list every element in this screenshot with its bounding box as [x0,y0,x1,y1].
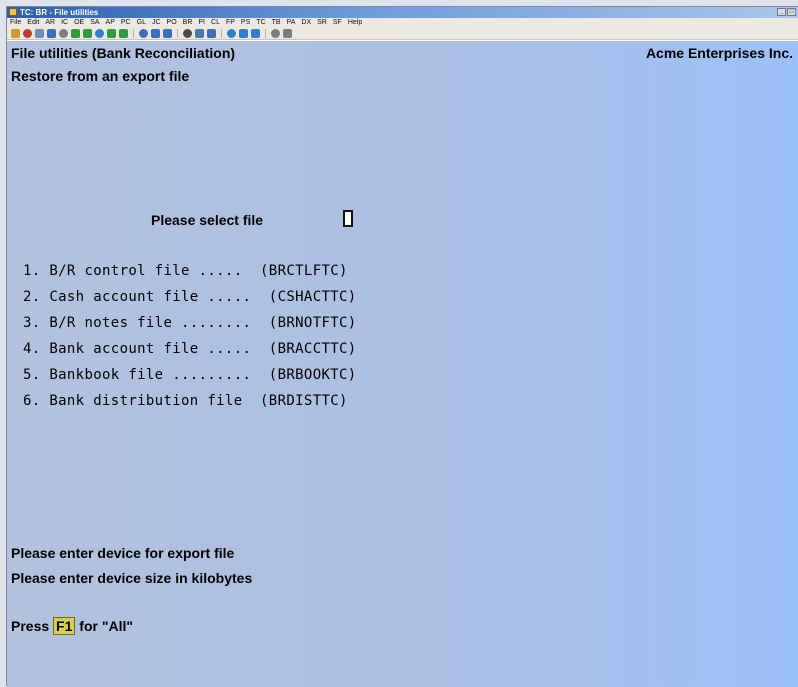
settings-icon[interactable] [47,29,56,38]
toolbar-separator [221,29,222,38]
forward-icon[interactable] [239,29,248,38]
next-icon[interactable] [163,29,172,38]
app-window: TC: BR - File utilities _ □ File Edit AR IC… [6,6,798,687]
menu-item-cl[interactable]: CL [208,18,223,28]
binoculars-icon[interactable] [183,29,192,38]
maximize-icon[interactable]: □ [787,8,796,16]
file-option-5: 5. Bankbook file ......... (BRBOOKTC) [23,367,357,383]
help-icon[interactable] [251,29,260,38]
menu-item-gl[interactable]: GL [134,18,149,28]
file-option-4: 4. Bank account file ..... (BRACCTTC) [23,341,357,357]
toolbar-separator [177,29,178,38]
menu-item-ps[interactable]: PS [238,18,253,28]
zoom-icon[interactable] [195,29,204,38]
menu-item-sr[interactable]: SR [314,18,330,28]
file-option-1: 1. B/R control file ..... (BRCTLFTC) [23,263,348,279]
check-icon[interactable] [71,29,80,38]
company-name: Acme Enterprises Inc. [645,45,793,61]
device-size-prompt: Please enter device size in kilobytes [11,570,253,586]
menu-item-pi[interactable]: PI [195,18,208,28]
select-file-label: Please select file [151,212,264,228]
menu-item-tb[interactable]: TB [269,18,284,28]
menu-item-dx[interactable]: DX [298,18,314,28]
select-file-input[interactable] [343,210,353,227]
undo-icon[interactable] [95,29,104,38]
first-icon[interactable] [139,29,148,38]
find-icon[interactable] [35,29,44,38]
device-prompt: Please enter device for export file [11,545,235,561]
window-controls: _ □ [777,8,796,16]
press-f1-hint: Press F1 for "All" [11,617,133,635]
toolbar [7,28,798,40]
up-arrow-icon[interactable] [107,29,116,38]
open-icon[interactable] [11,29,20,38]
menu-item-jc[interactable]: JC [149,18,164,28]
calculator-icon[interactable] [271,29,280,38]
terminal-screen: File utilities (Bank Reconciliation) Acm… [7,41,798,687]
menu-item-sa[interactable]: SA [87,18,102,28]
f1-key[interactable]: F1 [53,617,76,635]
press-suffix: for "All" [75,618,133,634]
title-bar: TC: BR - File utilities _ □ [7,7,798,18]
print-icon[interactable] [59,29,68,38]
file-option-6: 6. Bank distribution file (BRDISTTC) [23,393,348,409]
menu-item-ic[interactable]: IC [58,18,71,28]
file-option-3: 3. B/R notes file ........ (BRNOTFTC) [23,315,357,331]
toolbar-separator [265,29,266,38]
file-option-2: 2. Cash account file ..... (CSHACTTC) [23,289,357,305]
menu-item-file[interactable]: File [7,18,24,28]
window-title: TC: BR - File utilities [20,8,99,17]
minimize-icon[interactable]: _ [777,8,786,16]
stop-icon[interactable] [23,29,32,38]
menu-item-ar[interactable]: AR [42,18,58,28]
refresh-icon[interactable] [207,29,216,38]
menu-item-help[interactable]: Help [345,18,365,28]
menu-item-br[interactable]: BR [180,18,196,28]
menu-item-po[interactable]: PO [164,18,180,28]
press-prefix: Press [11,618,54,634]
page-title: File utilities (Bank Reconciliation) [11,45,236,61]
menu-item-ap[interactable]: AP [103,18,118,28]
menu-item-tc[interactable]: TC [253,18,268,28]
prev-icon[interactable] [151,29,160,38]
down-arrow-icon[interactable] [119,29,128,38]
cancel-icon[interactable] [83,29,92,38]
menu-item-pa[interactable]: PA [284,18,299,28]
page-subtitle: Restore from an export file [11,68,190,84]
menu-item-edit[interactable]: Edit [24,18,42,28]
menu-item-fp[interactable]: FP [223,18,238,28]
app-icon [9,8,17,16]
back-icon[interactable] [227,29,236,38]
notes-icon[interactable] [283,29,292,38]
menu-bar: File Edit AR IC OE SA AP PC GL JC PO BR PI CL FP PS TC TB… [7,18,798,28]
menu-item-oe[interactable]: OE [71,18,87,28]
menu-item-pc[interactable]: PC [118,18,134,28]
toolbar-separator [133,29,134,38]
menu-item-sf[interactable]: SF [330,18,345,28]
